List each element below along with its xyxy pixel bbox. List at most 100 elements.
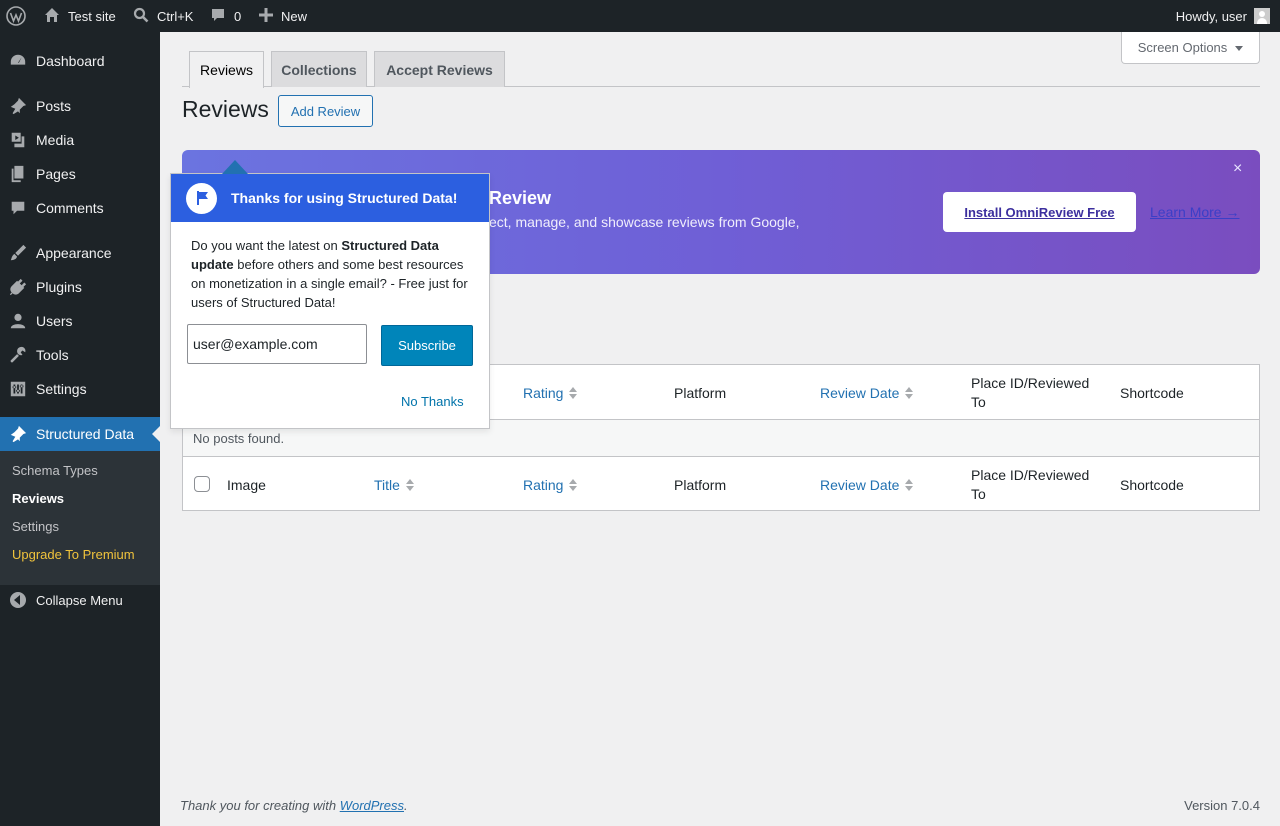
brush-icon [0, 244, 36, 262]
review-date-column-header[interactable]: Review Date [820, 365, 914, 420]
dashboard-icon [0, 52, 36, 70]
empty-message: No posts found. [193, 431, 285, 446]
wordpress-logo-icon[interactable] [6, 0, 30, 32]
banner-description: ect, manage, and showcase reviews from G… [489, 214, 800, 230]
sidebar-item-comments[interactable]: Comments [0, 191, 160, 225]
submenu-item-upgrade[interactable]: Upgrade To Premium [12, 547, 135, 562]
sidebar-item-label: Media [36, 132, 75, 148]
rating-column-header[interactable]: Rating [523, 365, 578, 420]
popup-header: Thanks for using Structured Data! [171, 174, 489, 222]
column-label: Rating [523, 384, 564, 401]
comments-link[interactable]: 0 [210, 0, 241, 32]
search-icon [133, 7, 149, 26]
sidebar-item-settings[interactable]: Settings [0, 372, 160, 406]
avatar [1254, 8, 1270, 24]
column-label: Place ID/Reviewed [971, 374, 1090, 391]
sidebar-item-label: Settings [36, 381, 87, 397]
tab-reviews[interactable]: Reviews [189, 51, 264, 88]
comment-icon [210, 7, 226, 26]
footer-text: . [404, 798, 408, 813]
collapse-icon [0, 591, 36, 609]
search-shortcut-label: Ctrl+K [157, 8, 194, 24]
sidebar-item-posts[interactable]: Posts [0, 89, 160, 123]
column-label: Title [374, 476, 400, 493]
rating-column-footer[interactable]: Rating [523, 457, 578, 512]
sort-icon [569, 386, 578, 399]
column-label: To [971, 485, 986, 502]
sidebar-item-pages[interactable]: Pages [0, 157, 160, 191]
column-label: Review Date [820, 476, 900, 493]
column-label: Rating [523, 476, 564, 493]
sidebar-item-label: Structured Data [36, 426, 135, 442]
shortcode-column-footer: Shortcode [1120, 476, 1184, 493]
review-date-column-footer[interactable]: Review Date [820, 457, 914, 512]
sidebar-item-label: Dashboard [36, 53, 105, 69]
submenu-item-settings[interactable]: Settings [12, 519, 59, 534]
banner-title: Review [489, 188, 552, 208]
sort-icon [405, 478, 414, 491]
sidebar-item-label: Posts [36, 98, 72, 114]
add-review-button[interactable]: Add Review [278, 95, 373, 127]
popup-title: Thanks for using Structured Data! [231, 190, 458, 206]
place-id-column-header: Place ID/Reviewed To [971, 365, 1089, 420]
sidebar-item-users[interactable]: Users [0, 304, 160, 338]
sidebar-item-tools[interactable]: Tools [0, 338, 160, 372]
sort-icon [905, 478, 914, 491]
sidebar-item-label: Plugins [36, 279, 82, 295]
sidebar-item-appearance[interactable]: Appearance [0, 236, 160, 270]
sidebar-item-structured-data[interactable]: Structured Data [0, 417, 160, 451]
site-name-link[interactable]: Test site [44, 0, 116, 32]
column-label: Place ID/Reviewed [971, 466, 1090, 483]
sort-icon [569, 478, 578, 491]
site-name-label: Test site [68, 8, 116, 24]
column-label: To [971, 393, 986, 410]
title-column-footer[interactable]: Title [374, 457, 414, 512]
platform-column-footer: Platform [674, 476, 727, 493]
footer-thanks: Thank you for creating with WordPress. [180, 798, 408, 813]
search-shortcut[interactable]: Ctrl+K [133, 0, 193, 32]
sort-icon [905, 386, 914, 399]
shortcode-column-header: Shortcode [1120, 384, 1184, 401]
page-title: Reviews [182, 96, 269, 122]
wordpress-link[interactable]: WordPress [340, 798, 404, 813]
no-thanks-link[interactable]: No Thanks [401, 394, 464, 409]
sidebar-item-label: Comments [36, 200, 104, 216]
subscribe-button[interactable]: Subscribe [381, 325, 473, 366]
place-id-column-footer: Place ID/Reviewed To [971, 457, 1089, 512]
tab-accept-reviews[interactable]: Accept Reviews [374, 51, 505, 87]
plug-icon [0, 278, 36, 296]
learn-more-link[interactable]: Learn More → [1150, 204, 1239, 220]
new-content-link[interactable]: New [259, 0, 307, 32]
account-menu[interactable]: Howdy, user [1176, 0, 1270, 32]
home-icon [44, 7, 60, 26]
pin-icon [0, 425, 36, 443]
comment-icon [0, 199, 36, 217]
submenu-item-reviews[interactable]: Reviews [12, 491, 64, 506]
sliders-icon [0, 380, 36, 398]
submenu-item-schema-types[interactable]: Schema Types [12, 463, 98, 478]
pages-icon [0, 165, 36, 183]
sidebar-item-media[interactable]: Media [0, 123, 160, 157]
sidebar-item-dashboard[interactable]: Dashboard [0, 44, 160, 78]
collapse-menu-button[interactable]: Collapse Menu [0, 587, 160, 613]
footer-text: Thank you for creating with [180, 798, 340, 813]
howdy-label: Howdy, user [1175, 8, 1247, 24]
install-omnireview-button[interactable]: Install OmniReview Free [943, 192, 1136, 232]
sidebar-item-plugins[interactable]: Plugins [0, 270, 160, 304]
email-field[interactable]: user@example.com [187, 324, 367, 364]
admin-menu: Dashboard Posts Media Pages Comments App… [0, 32, 160, 826]
sidebar-item-label: Pages [36, 166, 76, 182]
popup-pointer [222, 160, 248, 174]
media-icon [0, 131, 36, 149]
popup-text: Do you want the latest on [191, 238, 342, 253]
new-label: New [281, 8, 308, 24]
close-icon[interactable]: × [1233, 160, 1242, 178]
structured-data-submenu: Schema Types Reviews Settings Upgrade To… [0, 451, 160, 585]
select-all-checkbox[interactable] [194, 476, 210, 492]
image-column-footer: Image [227, 476, 266, 493]
tab-collections[interactable]: Collections [271, 51, 367, 87]
admin-bar: Test site Ctrl+K 0 New Howdy, user [0, 0, 1280, 32]
tab-bar: Reviews Collections Accept Reviews [182, 51, 1260, 88]
table-footer: Image Title Rating Platform Review Date … [183, 456, 1259, 511]
pin-icon [0, 97, 36, 115]
